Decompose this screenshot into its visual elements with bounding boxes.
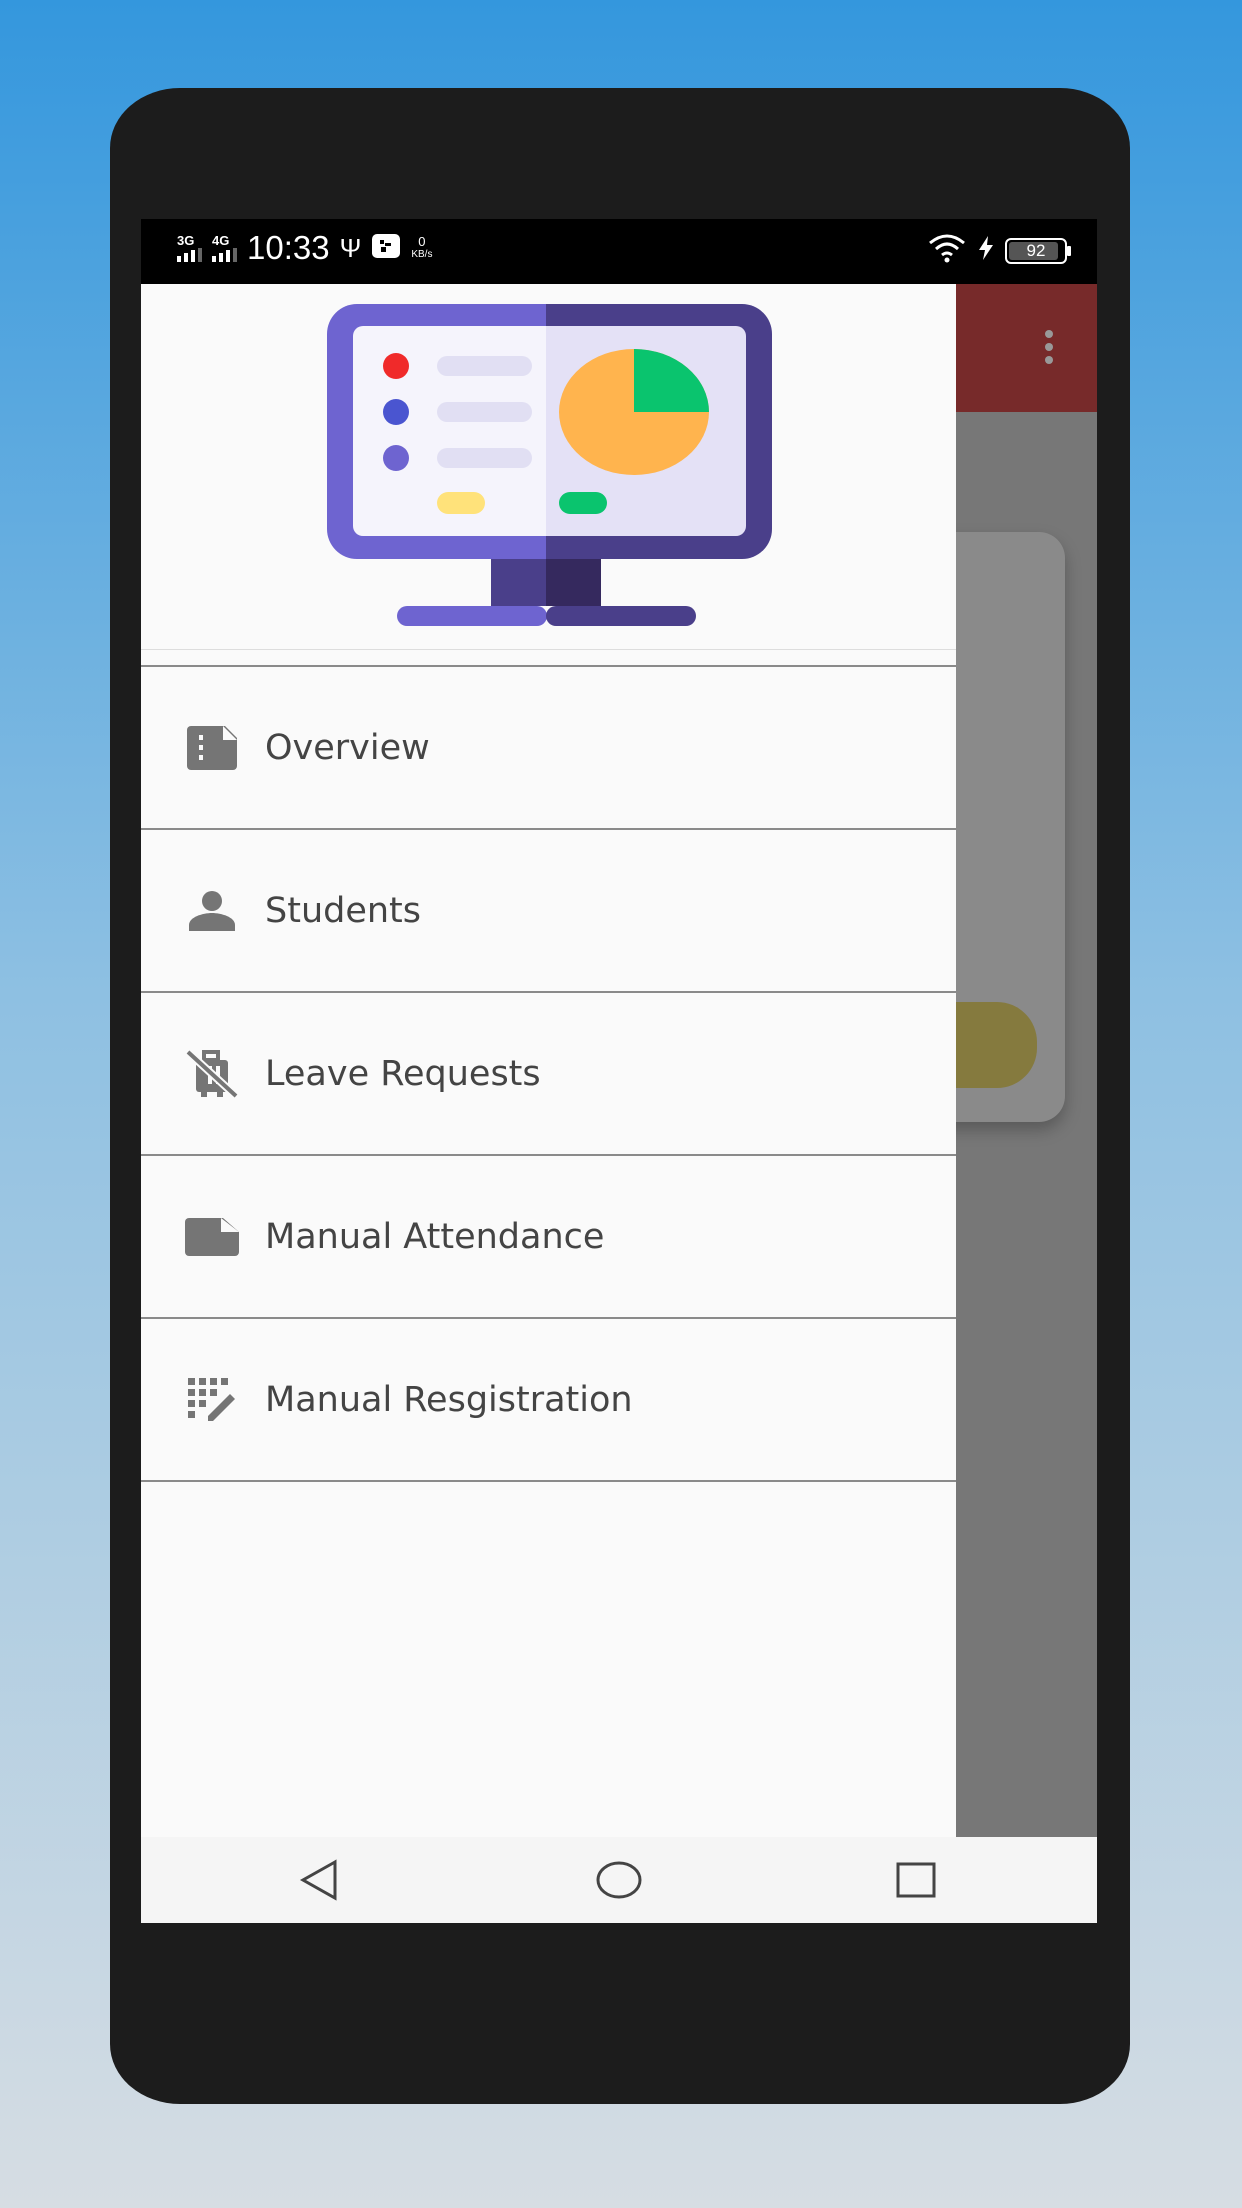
drawer-menu: Overview Students Leave Requests Manual … bbox=[141, 665, 956, 1482]
back-icon[interactable] bbox=[294, 1857, 344, 1903]
folder-icon bbox=[185, 1210, 239, 1264]
wifi-icon bbox=[927, 233, 967, 268]
status-bar: 3G 4G 10:33 Ψ 0 KB/s 92 bbox=[141, 219, 1097, 284]
network-3g-indicator: 3G bbox=[177, 234, 202, 262]
drawer-item-label: Leave Requests bbox=[265, 1053, 541, 1094]
drawer-item-label: Manual Attendance bbox=[265, 1216, 605, 1257]
person-icon bbox=[185, 884, 239, 938]
drawer-item-leave-requests[interactable]: Leave Requests bbox=[141, 993, 956, 1156]
battery-indicator: 92 bbox=[1005, 237, 1071, 264]
drawer-item-manual-attendance[interactable]: Manual Attendance bbox=[141, 1156, 956, 1319]
navigation-drawer: Overview Students Leave Requests Manual … bbox=[141, 284, 956, 1837]
network-3g-label: 3G bbox=[177, 233, 195, 248]
drawer-item-overview[interactable]: Overview bbox=[141, 667, 956, 830]
drawer-item-label: Students bbox=[265, 890, 422, 931]
overview-icon bbox=[185, 721, 239, 775]
charging-icon bbox=[977, 235, 995, 266]
network-4g-indicator: 4G bbox=[212, 234, 237, 262]
network-speed: 0 KB/s bbox=[411, 235, 432, 261]
usb-icon: Ψ bbox=[339, 233, 362, 263]
clock: 10:33 bbox=[247, 229, 330, 266]
drawer-header bbox=[141, 284, 956, 650]
no-luggage-icon bbox=[185, 1047, 239, 1101]
system-nav-bar bbox=[141, 1837, 1097, 1923]
network-4g-label: 4G bbox=[212, 233, 230, 248]
home-icon[interactable] bbox=[594, 1857, 644, 1903]
drawer-item-label: Manual Resgistration bbox=[265, 1379, 633, 1420]
battery-percentage: 92 bbox=[1026, 240, 1046, 260]
network-speed-value: 0 bbox=[418, 234, 426, 249]
recents-icon[interactable] bbox=[891, 1857, 941, 1903]
monitor-dashboard-illustration bbox=[327, 304, 772, 626]
drawer-item-students[interactable]: Students bbox=[141, 830, 956, 993]
network-speed-unit: KB/s bbox=[411, 249, 433, 260]
usb-debug-icon bbox=[371, 233, 401, 264]
drawer-item-label: Overview bbox=[265, 727, 430, 768]
grid-edit-icon bbox=[185, 1373, 239, 1427]
device-screen: 3G 4G 10:33 Ψ 0 KB/s 92 Overview Student… bbox=[141, 219, 1097, 1923]
drawer-item-manual-registration[interactable]: Manual Resgistration bbox=[141, 1319, 956, 1482]
